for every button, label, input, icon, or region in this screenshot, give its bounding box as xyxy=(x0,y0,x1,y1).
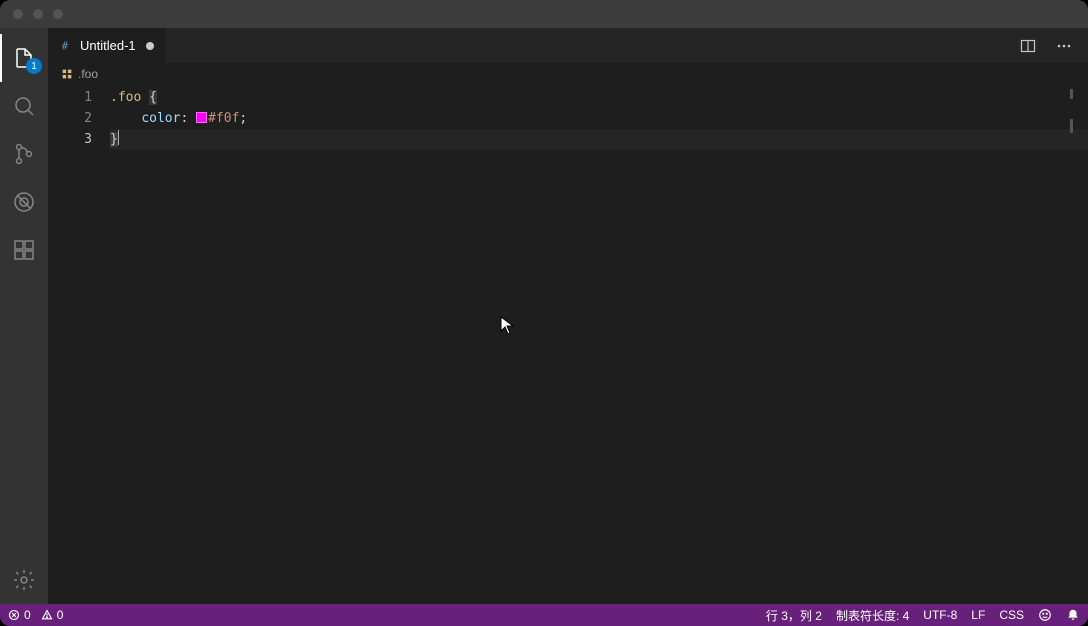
editor-actions xyxy=(1016,28,1088,63)
split-editor-icon xyxy=(1020,38,1036,54)
dirty-indicator-icon xyxy=(146,42,154,50)
debug-activity[interactable] xyxy=(0,178,48,226)
minimize-window-button[interactable] xyxy=(32,8,44,20)
more-actions-button[interactable] xyxy=(1052,34,1076,58)
code-line[interactable]: color: #f0f; xyxy=(110,108,1088,129)
explorer-badge: 1 xyxy=(26,58,42,74)
token-value: #f0f xyxy=(208,111,239,126)
token-semicolon: ; xyxy=(239,111,247,126)
ellipsis-icon xyxy=(1056,38,1072,54)
extensions-activity[interactable] xyxy=(0,226,48,274)
search-activity[interactable] xyxy=(0,82,48,130)
status-problems[interactable]: 0 0 xyxy=(8,608,63,622)
search-icon xyxy=(12,94,36,118)
titlebar[interactable] xyxy=(0,0,1088,28)
line-number[interactable]: 2 xyxy=(48,108,92,129)
warning-icon xyxy=(41,609,53,621)
workbench-body: 1 xyxy=(0,28,1088,604)
css-file-icon: # xyxy=(60,39,74,53)
breadcrumb-label: .foo xyxy=(78,67,98,81)
explorer-activity[interactable]: 1 xyxy=(0,34,48,82)
error-count: 0 xyxy=(24,608,31,622)
token-brace: } xyxy=(110,132,118,147)
status-language-mode[interactable]: CSS xyxy=(999,608,1024,622)
token-brace: { xyxy=(149,90,157,105)
token-colon: : xyxy=(180,111,188,126)
line-number[interactable]: 3 xyxy=(48,129,92,150)
editor-tabs: # Untitled-1 xyxy=(48,28,1088,63)
app-window: 1 xyxy=(0,0,1088,626)
source-control-icon xyxy=(12,142,36,166)
tab-title: Untitled-1 xyxy=(80,38,136,53)
maximize-window-button[interactable] xyxy=(52,8,64,20)
gear-icon xyxy=(12,568,36,592)
status-notifications[interactable] xyxy=(1066,608,1080,622)
scm-activity[interactable] xyxy=(0,130,48,178)
breadcrumbs[interactable]: .foo xyxy=(48,63,1088,85)
svg-text:#: # xyxy=(62,40,69,52)
close-window-button[interactable] xyxy=(12,8,24,20)
symbol-icon xyxy=(60,67,74,81)
code-line[interactable]: } xyxy=(110,129,1088,150)
text-cursor xyxy=(118,130,119,145)
tab-untitled-1[interactable]: # Untitled-1 xyxy=(48,28,167,63)
activity-bar: 1 xyxy=(0,28,48,604)
status-eol[interactable]: LF xyxy=(971,608,985,622)
error-icon xyxy=(8,609,20,621)
split-editor-button[interactable] xyxy=(1016,34,1040,58)
code-content[interactable]: .foo { color: #f0f; } xyxy=(110,85,1088,604)
status-bar: 0 0 行 3，列 2 制表符长度: 4 UTF-8 LF CSS xyxy=(0,604,1088,626)
status-cursor-position[interactable]: 行 3，列 2 xyxy=(766,607,822,624)
code-line[interactable]: .foo { xyxy=(110,87,1088,108)
minimap[interactable] xyxy=(1068,85,1088,604)
token-property: color xyxy=(141,111,180,126)
color-swatch-icon[interactable] xyxy=(196,112,207,123)
editor-group: # Untitled-1 xyxy=(48,28,1088,604)
token-selector: .foo xyxy=(110,90,141,105)
line-number[interactable]: 1 xyxy=(48,87,92,108)
bell-icon xyxy=(1066,608,1080,622)
settings-activity[interactable] xyxy=(0,556,48,604)
debug-icon xyxy=(12,190,36,214)
traffic-lights xyxy=(12,8,64,20)
status-feedback[interactable] xyxy=(1038,608,1052,622)
status-encoding[interactable]: UTF-8 xyxy=(923,608,957,622)
status-indentation[interactable]: 制表符长度: 4 xyxy=(836,607,909,624)
warning-count: 0 xyxy=(57,608,64,622)
line-number-gutter: 1 2 3 xyxy=(48,85,110,604)
extensions-icon xyxy=(12,238,36,262)
smiley-icon xyxy=(1038,608,1052,622)
text-editor[interactable]: 1 2 3 .foo { color: #f0f; } xyxy=(48,85,1088,604)
